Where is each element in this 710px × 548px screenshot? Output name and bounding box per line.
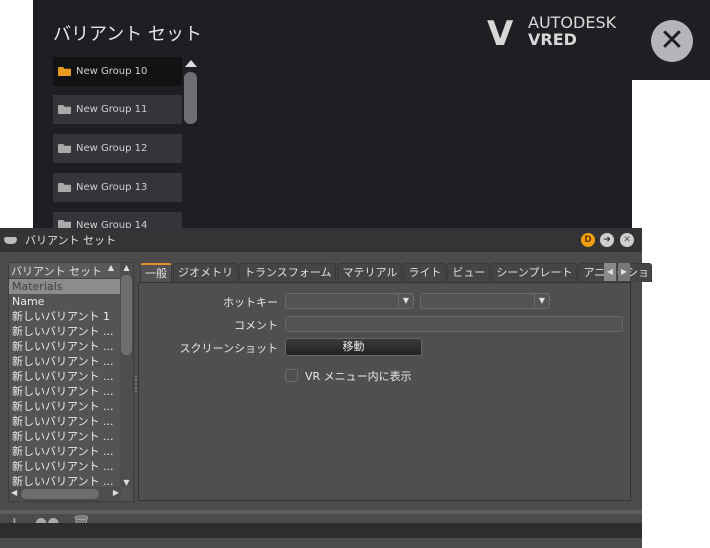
comment-label: コメント <box>234 319 278 332</box>
hotkey-key-select[interactable]: ▼ <box>420 293 550 309</box>
window-title: バリアント セット <box>25 234 117 247</box>
overlay-title: バリアント セット <box>53 24 203 45</box>
overlay-scrollbar[interactable] <box>184 72 197 124</box>
variant-list-item[interactable]: 新しいバリアント ... <box>9 459 120 474</box>
variant-list-item[interactable]: 新しいバリアント ... <box>9 399 120 414</box>
list-header[interactable]: バリアント セット ▲ <box>9 263 120 279</box>
tab-view[interactable]: ビュー <box>447 263 491 282</box>
tab-scroll-left-icon[interactable]: ◀ <box>604 263 616 281</box>
hotkey-modifier-select[interactable]: ▼ <box>285 293 414 309</box>
logo-product: VRED <box>528 30 577 49</box>
scroll-down-icon[interactable]: ▼ <box>120 478 133 487</box>
tab-general[interactable]: 一般 <box>140 263 172 282</box>
float-arrow-button[interactable]: ➜ <box>600 233 614 247</box>
tab-panel <box>138 282 631 501</box>
folder-icon <box>58 144 71 153</box>
group-item[interactable]: New Group 12 <box>53 134 182 163</box>
sort-asc-icon: ▲ <box>107 263 114 272</box>
variant-sets-window: バリアント セット D ➜ ✕ バリアント セット ▲ Materials Name… <box>0 228 653 548</box>
scroll-thumb[interactable] <box>121 275 132 355</box>
folder-icon <box>58 220 71 228</box>
variant-list-item[interactable]: 新しいバリアント ... <box>9 384 120 399</box>
tab-geometry[interactable]: ジオメトリ <box>173 263 238 282</box>
variant-list-item[interactable]: 新しいバリアント ... <box>9 354 120 369</box>
splitter-handle[interactable] <box>135 376 137 392</box>
folder-icon <box>58 105 71 114</box>
logo-brand: AUTODESK <box>528 13 617 32</box>
group-item[interactable]: New Group 11 <box>53 95 182 124</box>
vr-menu-checkbox[interactable] <box>285 369 298 382</box>
comment-input[interactable] <box>285 316 623 332</box>
window-titlebar: バリアント セット <box>0 228 642 252</box>
variant-list[interactable]: バリアント セット ▲ Materials Name 新しいバリアント 1 新しいバリア… <box>8 262 134 503</box>
scroll-up-icon[interactable]: ▲ <box>120 263 133 272</box>
screenshot-move-button[interactable]: 移動 <box>285 338 422 356</box>
scroll-right-icon[interactable]: ▶ <box>113 488 119 497</box>
folder-icon <box>58 67 71 76</box>
group-label: New Group 10 <box>76 66 148 77</box>
variant-list-item[interactable]: 新しいバリアント ... <box>9 339 120 354</box>
tab-material[interactable]: マテリアル <box>337 263 403 282</box>
close-overlay-button[interactable]: ✕ <box>651 20 693 62</box>
list-horizontal-scrollbar[interactable]: ◀ ▶ <box>9 487 121 501</box>
scroll-thumb[interactable] <box>21 489 99 499</box>
hotkey-label: ホットキー <box>223 296 278 309</box>
folder-icon <box>58 183 71 192</box>
variant-list-item[interactable]: 新しいバリアント ... <box>9 324 120 339</box>
scroll-up-icon[interactable] <box>185 60 197 67</box>
variant-list-item[interactable]: 新しいバリアント ... <box>9 429 120 444</box>
variant-list-item[interactable]: 新しいバリアント ... <box>9 369 120 384</box>
vred-logo-text: AUTODESK VRED <box>528 14 616 48</box>
dock-button[interactable]: D <box>581 233 595 247</box>
vred-logo-mark: V <box>487 14 514 54</box>
status-bar <box>0 523 642 538</box>
variant-list-item[interactable]: Name <box>9 294 120 309</box>
tab-sceneplate[interactable]: シーンプレート <box>491 263 578 282</box>
group-item[interactable]: New Group 10 <box>53 57 182 86</box>
close-button[interactable]: ✕ <box>620 233 634 247</box>
group-label: New Group 11 <box>76 104 148 115</box>
variant-list-item[interactable]: 新しいバリアント 1 <box>9 309 120 324</box>
variant-list-item[interactable]: Materials <box>9 279 120 294</box>
window-icon <box>4 236 17 244</box>
chevron-down-icon: ▼ <box>534 294 549 308</box>
screenshot-label: スクリーンショット <box>179 342 278 355</box>
vr-menu-checkbox-label: VR メニュー内に表示 <box>305 370 412 383</box>
tab-scroll-right-icon[interactable]: ▶ <box>618 263 630 281</box>
group-item[interactable]: New Group 14 <box>53 212 182 228</box>
tab-transform[interactable]: トランスフォーム <box>239 263 337 282</box>
list-vertical-scrollbar[interactable]: ▲ ▼ <box>120 263 133 487</box>
chevron-down-icon: ▼ <box>398 294 413 308</box>
tab-light[interactable]: ライト <box>403 263 447 282</box>
list-header-label: バリアント セット <box>11 265 103 278</box>
tab-bar: 一般 ジオメトリ トランスフォーム マテリアル ライト ビュー シーンプレート … <box>140 263 653 282</box>
group-label: New Group 14 <box>76 220 148 228</box>
group-label: New Group 12 <box>76 143 148 154</box>
scroll-left-icon[interactable]: ◀ <box>11 488 17 497</box>
group-label: New Group 13 <box>76 182 148 193</box>
variant-list-item[interactable]: 新しいバリアント ... <box>9 414 120 429</box>
toolbar-divider <box>0 510 642 514</box>
group-item[interactable]: New Group 13 <box>53 173 182 202</box>
variant-list-item[interactable]: 新しいバリアント ... <box>9 444 120 459</box>
